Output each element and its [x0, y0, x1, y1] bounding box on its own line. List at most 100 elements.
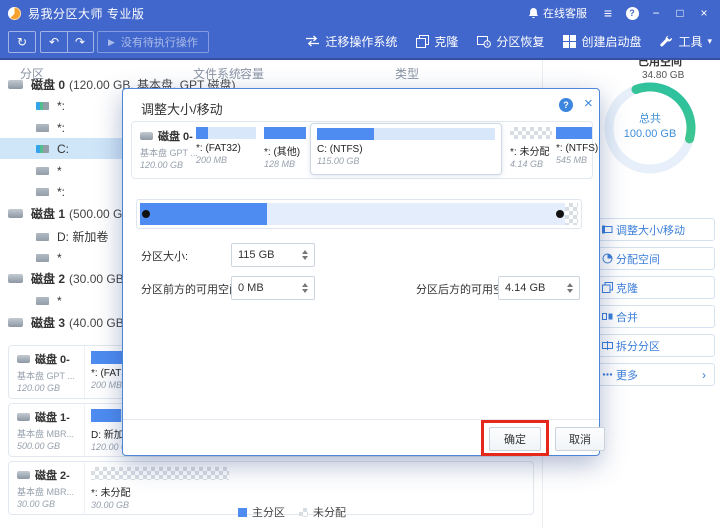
- clone-action-button[interactable]: 克隆: [597, 276, 715, 299]
- disk-name: 磁盘 2: [31, 272, 66, 286]
- pending-operations-button[interactable]: ▶ 没有待执行操作: [97, 31, 209, 53]
- disk-card-name: 磁盘 0-: [35, 354, 70, 366]
- partition-label: *: [57, 293, 62, 308]
- refresh-button[interactable]: ↻: [8, 31, 36, 53]
- clone-icon: [416, 34, 430, 48]
- disk-name: 磁盘 3: [31, 316, 66, 330]
- partition-label: D: 新加卷: [57, 230, 109, 244]
- minimize-button[interactable]: −: [644, 0, 668, 26]
- disk-card-type: 基本盘 GPT ...: [17, 371, 75, 381]
- drive-icon: [36, 101, 49, 110]
- slider-left-handle[interactable]: [142, 210, 150, 218]
- disk-name: 磁盘 0: [31, 78, 66, 92]
- resize-slider[interactable]: [136, 199, 582, 229]
- online-service-label: 在线客服: [543, 8, 587, 20]
- space-before-value: 0 MB: [238, 282, 264, 294]
- menu-icon[interactable]: ≡: [596, 0, 620, 26]
- redo-button[interactable]: ↷: [66, 32, 93, 52]
- tools-button[interactable]: 工具 ▾: [660, 33, 712, 50]
- hard-disk-icon: [140, 132, 153, 140]
- unallocated-swatch: [299, 507, 308, 517]
- partition-usage-bar: [317, 128, 495, 140]
- allocate-space-button[interactable]: 分配空间: [597, 247, 715, 270]
- tools-label: 工具: [678, 34, 703, 49]
- migrate-os-label: 迁移操作系统: [325, 34, 398, 49]
- drive-icon: [36, 253, 49, 262]
- dialog-disk-map: 磁盘 0- 基本盘 GPT ... 120.00 GB *: (FAT32) 2…: [131, 121, 598, 179]
- more-label: 更多: [616, 369, 638, 382]
- clone-small-icon: [602, 282, 613, 293]
- undo-icon: ↶: [48, 35, 60, 49]
- drive-icon: [36, 232, 49, 241]
- disk-card-info: 磁盘 1- 基本盘 MBR... 500.00 GB: [9, 404, 85, 456]
- tools-icon: [660, 35, 673, 46]
- disk-card-size: 30.00 GB: [17, 499, 56, 509]
- allocate-space-icon: [602, 253, 613, 264]
- drive-icon: [36, 144, 49, 153]
- dialog-partition-c-selected[interactable]: C: (NTFS) 115.00 GB: [310, 123, 502, 175]
- split-partition-icon: [602, 341, 613, 350]
- drive-icon: [36, 166, 49, 175]
- help-button[interactable]: ?: [620, 0, 644, 26]
- clone-label: 克隆: [434, 34, 459, 49]
- partition-size-value: 115 GB: [238, 249, 275, 261]
- resize-move-icon: [602, 225, 613, 234]
- dialog-partition-ntfs-small[interactable]: *: (NTFS) 545 MB: [556, 127, 598, 173]
- partition-recovery-button[interactable]: 分区恢复: [477, 33, 544, 50]
- dialog-disk-size: 120.00 GB: [140, 160, 184, 170]
- stepper-icon[interactable]: [302, 283, 308, 293]
- partition-label: C:: [57, 141, 69, 156]
- maximize-button[interactable]: □: [668, 0, 692, 26]
- partition-size: 545 MB: [556, 155, 588, 165]
- disk-card-type: 基本盘 MBR...: [17, 487, 75, 497]
- more-button[interactable]: 更多 ›: [597, 363, 715, 386]
- online-service-button[interactable]: 在线客服: [519, 0, 596, 26]
- undo-button[interactable]: ↶: [42, 32, 67, 52]
- dialog-partition-fat32[interactable]: *: (FAT32) 200 MB: [196, 127, 256, 173]
- legend-primary-label: 主分区: [252, 507, 285, 519]
- play-icon: ▶: [108, 36, 115, 47]
- partition-label: *:: [57, 120, 66, 135]
- unallocated-bar: [510, 127, 552, 139]
- partition-label: *: 未分配: [510, 147, 550, 158]
- refresh-icon: ↻: [16, 35, 28, 49]
- bell-icon: [529, 8, 538, 19]
- disk-card-info: 磁盘 0- 基本盘 GPT ... 120.00 GB: [9, 346, 85, 398]
- titlebar: 易我分区大师 专业版 在线客服 ≡ ? − □ ×: [0, 0, 720, 26]
- partition-label: C: (NTFS): [317, 144, 363, 155]
- dialog-title: 调整大小/移动: [141, 102, 223, 117]
- space-after-input[interactable]: 4.14 GB: [498, 276, 580, 300]
- total-value: 100.00 GB: [623, 128, 677, 140]
- dialog-help-icon[interactable]: ?: [559, 98, 573, 112]
- clone-button[interactable]: 克隆: [416, 33, 458, 50]
- legend: 主分区 未分配: [238, 504, 346, 520]
- cancel-button[interactable]: 取消: [555, 427, 605, 451]
- bootable-media-button[interactable]: 创建启动盘: [563, 33, 641, 50]
- resize-move-button[interactable]: 调整大小/移动: [597, 218, 715, 241]
- partition-size-input[interactable]: 115 GB: [231, 243, 315, 267]
- hard-disk-icon: [17, 413, 30, 421]
- hard-disk-icon: [17, 355, 30, 363]
- slider-track[interactable]: [140, 203, 578, 225]
- merge-button[interactable]: 合并: [597, 305, 715, 328]
- migrate-os-button[interactable]: 迁移操作系统: [305, 33, 397, 50]
- stepper-icon[interactable]: [567, 283, 573, 293]
- space-before-input[interactable]: 0 MB: [231, 276, 315, 300]
- dialog-partition-unallocated[interactable]: *: 未分配 4.14 GB: [510, 127, 552, 173]
- partition-size: 4.14 GB: [510, 159, 544, 169]
- partition-recovery-icon: [477, 35, 492, 48]
- slider-right-handle[interactable]: [556, 210, 564, 218]
- partition-label: *: [57, 163, 62, 178]
- dialog-close-icon[interactable]: ×: [584, 96, 593, 112]
- dialog-partition-other[interactable]: *: (其他) 128 MB: [264, 127, 306, 173]
- disk-card-partition[interactable]: *: 未分配 30.00 GB: [85, 462, 235, 514]
- legend-unallocated-label: 未分配: [313, 507, 346, 519]
- pending-operations-label: 没有待执行操作: [120, 37, 198, 49]
- disk-card-name: 磁盘 1-: [35, 412, 70, 424]
- split-partition-button[interactable]: 拆分分区: [597, 334, 715, 357]
- stepper-icon[interactable]: [302, 250, 308, 260]
- close-button[interactable]: ×: [692, 0, 716, 26]
- chevron-right-icon: ›: [702, 367, 706, 382]
- app-title: 易我分区大师 专业版: [28, 6, 145, 21]
- migrate-os-icon: [306, 35, 320, 47]
